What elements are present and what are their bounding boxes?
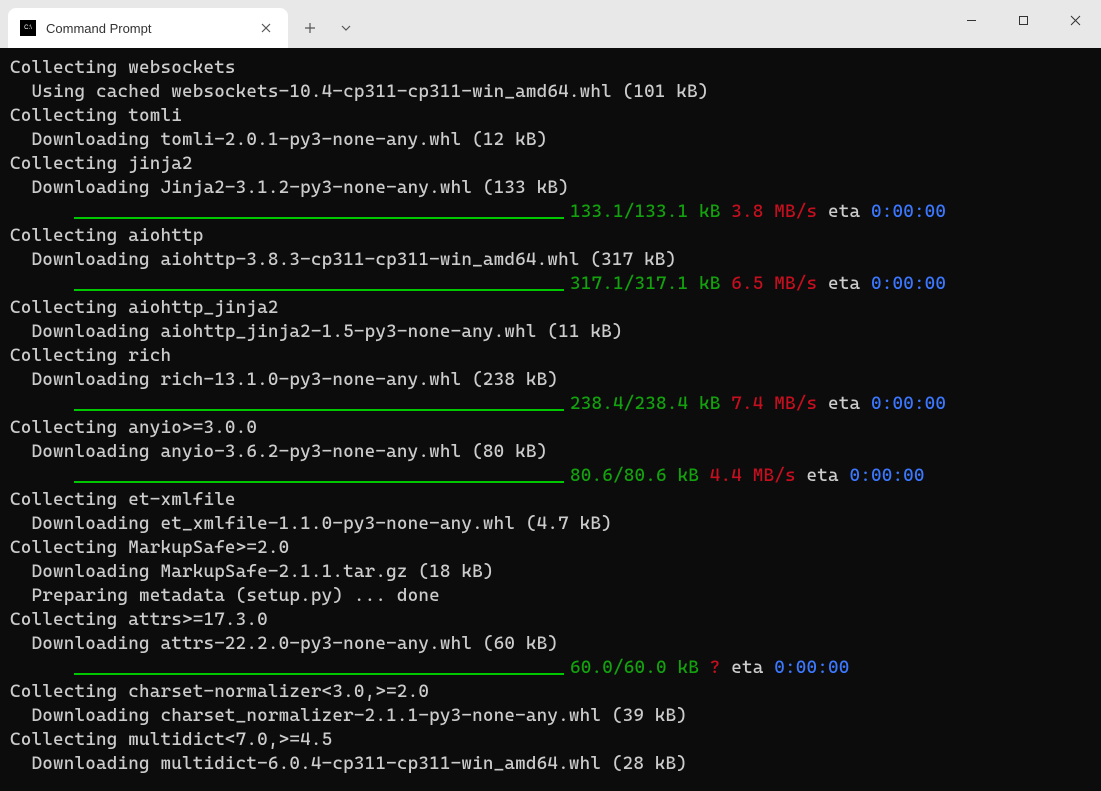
- progress-bar: [74, 409, 564, 411]
- plus-icon: [304, 22, 316, 34]
- progress-stats: 133.1/133.1 kB 3.8 MB/s eta 0:00:00: [570, 200, 946, 224]
- window-controls: [945, 0, 1101, 40]
- terminal-line: Downloading MarkupSafe-2.1.1.tar.gz (18 …: [10, 560, 1091, 584]
- progress-stats: 60.0/60.0 kB ? eta 0:00:00: [570, 656, 849, 680]
- progress-bar: [74, 481, 564, 483]
- terminal-output[interactable]: Collecting websockets Using cached webso…: [0, 48, 1101, 791]
- maximize-icon: [1018, 15, 1029, 26]
- terminal-line: Downloading multidict-6.0.4-cp311-cp311-…: [10, 752, 1091, 776]
- terminal-line: Downloading Jinja2-3.1.2-py3-none-any.wh…: [10, 176, 1091, 200]
- minimize-icon: [966, 15, 977, 26]
- close-icon: [261, 23, 271, 33]
- terminal-line: Collecting charset-normalizer<3.0,>=2.0: [10, 680, 1091, 704]
- terminal-line: Collecting aiohttp: [10, 224, 1091, 248]
- progress-stats: 80.6/80.6 kB 4.4 MB/s eta 0:00:00: [570, 464, 925, 488]
- progress-line: 133.1/133.1 kB 3.8 MB/s eta 0:00:00: [10, 200, 1091, 224]
- tab-title: Command Prompt: [46, 21, 256, 36]
- close-tab-button[interactable]: [256, 18, 276, 38]
- terminal-line: Using cached websockets-10.4-cp311-cp311…: [10, 80, 1091, 104]
- terminal-line: Downloading aiohttp_jinja2-1.5-py3-none-…: [10, 320, 1091, 344]
- progress-stats: 238.4/238.4 kB 7.4 MB/s eta 0:00:00: [570, 392, 946, 416]
- terminal-line: Collecting attrs>=17.3.0: [10, 608, 1091, 632]
- terminal-line: Collecting anyio>=3.0.0: [10, 416, 1091, 440]
- progress-line: 60.0/60.0 kB ? eta 0:00:00: [10, 656, 1091, 680]
- terminal-line: Collecting rich: [10, 344, 1091, 368]
- progress-line: 317.1/317.1 kB 6.5 MB/s eta 0:00:00: [10, 272, 1091, 296]
- terminal-line: Downloading et_xmlfile-1.1.0-py3-none-an…: [10, 512, 1091, 536]
- terminal-line: Collecting et-xmlfile: [10, 488, 1091, 512]
- terminal-line: Downloading rich-13.1.0-py3-none-any.whl…: [10, 368, 1091, 392]
- terminal-line: Collecting websockets: [10, 56, 1091, 80]
- progress-line: 80.6/80.6 kB 4.4 MB/s eta 0:00:00: [10, 464, 1091, 488]
- minimize-button[interactable]: [945, 0, 997, 40]
- progress-stats: 317.1/317.1 kB 6.5 MB/s eta 0:00:00: [570, 272, 946, 296]
- terminal-line: Downloading anyio-3.6.2-py3-none-any.whl…: [10, 440, 1091, 464]
- cmd-icon: [20, 20, 36, 36]
- terminal-line: Collecting MarkupSafe>=2.0: [10, 536, 1091, 560]
- progress-bar: [74, 673, 564, 675]
- terminal-line: Downloading attrs-22.2.0-py3-none-any.wh…: [10, 632, 1091, 656]
- terminal-line: Collecting jinja2: [10, 152, 1091, 176]
- close-window-button[interactable]: [1049, 0, 1101, 40]
- terminal-line: Preparing metadata (setup.py) ... done: [10, 584, 1091, 608]
- title-bar: Command Prompt: [0, 0, 1101, 48]
- new-tab-button[interactable]: [292, 10, 328, 46]
- terminal-line: Downloading charset_normalizer-2.1.1-py3…: [10, 704, 1091, 728]
- progress-bar: [74, 289, 564, 291]
- active-tab[interactable]: Command Prompt: [8, 8, 288, 48]
- terminal-line: Collecting multidict<7.0,>=4.5: [10, 728, 1091, 752]
- tab-dropdown-button[interactable]: [328, 10, 364, 46]
- progress-bar: [74, 217, 564, 219]
- chevron-down-icon: [341, 25, 351, 31]
- terminal-line: Collecting tomli: [10, 104, 1091, 128]
- terminal-line: Collecting aiohttp_jinja2: [10, 296, 1091, 320]
- terminal-line: Downloading aiohttp-3.8.3-cp311-cp311-wi…: [10, 248, 1091, 272]
- progress-line: 238.4/238.4 kB 7.4 MB/s eta 0:00:00: [10, 392, 1091, 416]
- terminal-line: Downloading tomli-2.0.1-py3-none-any.whl…: [10, 128, 1091, 152]
- maximize-button[interactable]: [997, 0, 1049, 40]
- close-icon: [1070, 15, 1081, 26]
